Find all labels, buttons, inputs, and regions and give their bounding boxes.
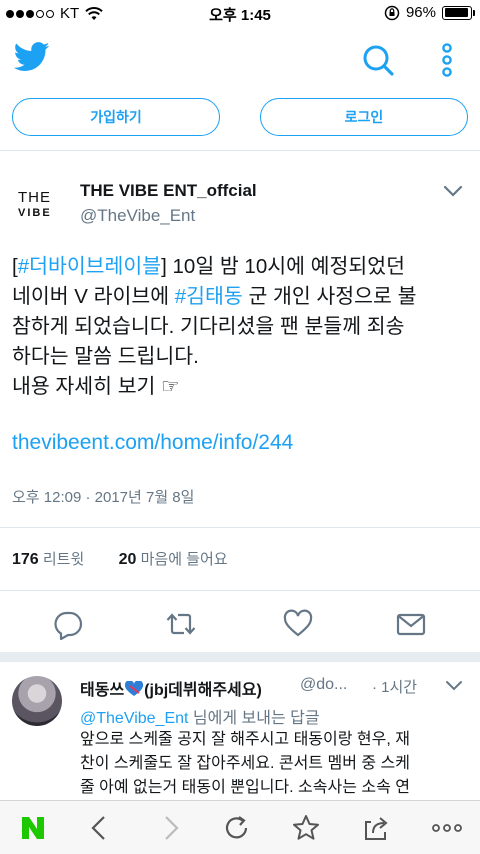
twitter-bird-icon[interactable]	[14, 42, 50, 72]
replying-to: @TheVibe_Ent 님에게 보내는 답글	[80, 710, 320, 727]
reply-author-handle[interactable]: @do...	[300, 676, 347, 694]
naver-n-icon[interactable]	[18, 813, 48, 843]
more-vertical-icon[interactable]	[436, 42, 458, 78]
tweet-timestamp: 오후 12:09 · 2017년 7월 8일	[12, 489, 195, 506]
app-header	[0, 30, 480, 92]
chevron-down-icon[interactable]	[445, 679, 463, 692]
status-bar: KT 오후 1:45 96%	[0, 0, 480, 28]
reply-author-name[interactable]: 태동쓰 (jbj데뷔해주세요)	[80, 676, 262, 700]
reply-body: 앞으로 스케줄 공지 잘 해주시고 태동이랑 현우, 재 찬이 스케줄도 잘 잡…	[80, 731, 410, 796]
reply-timestamp: · 1시간	[372, 679, 418, 696]
header-divider	[0, 150, 480, 151]
like-count[interactable]: 20 마음에 들어요	[119, 551, 228, 568]
hashtag-link[interactable]: #더바이브레이블	[18, 255, 161, 278]
like-heart-icon[interactable]	[282, 608, 314, 640]
heart-emoji-icon	[125, 680, 144, 696]
chevron-down-icon[interactable]	[443, 184, 463, 198]
divider	[0, 527, 480, 528]
hashtag-link[interactable]: #김태동	[175, 285, 243, 308]
reload-icon[interactable]	[222, 813, 252, 843]
tweet-url-link[interactable]: thevibeent.com/home/info/244	[12, 431, 293, 455]
signup-button[interactable]: 가입하기	[12, 98, 220, 136]
battery-icon	[442, 5, 475, 20]
direct-message-icon[interactable]	[395, 608, 427, 640]
tweet-actions	[0, 604, 480, 644]
tweet-stats: 176 리트윗 20 마음에 들어요	[12, 548, 228, 569]
tweet-author-name[interactable]: THE VIBE ENT_offcial	[80, 181, 257, 201]
tweet-author-avatar[interactable]: THE VIBE	[18, 190, 60, 228]
retweet-icon[interactable]	[165, 608, 197, 640]
reply-icon[interactable]	[52, 608, 84, 640]
divider	[0, 590, 480, 591]
browser-toolbar	[0, 800, 480, 854]
bookmark-star-icon[interactable]	[291, 813, 321, 843]
share-icon[interactable]	[361, 813, 391, 843]
tweet-body: [#더바이브레이블] 10일 밤 10시에 예정되었던 네이버 V 라이브에 #…	[12, 255, 417, 398]
more-horizontal-icon[interactable]	[430, 813, 464, 843]
login-button[interactable]: 로그인	[260, 98, 468, 136]
tweet-author-handle[interactable]: @TheVibe_Ent	[80, 206, 195, 226]
reply-author-avatar[interactable]	[12, 676, 62, 726]
rotation-lock-icon	[384, 5, 400, 20]
status-right: 96%	[384, 4, 475, 21]
section-divider	[0, 652, 480, 662]
back-icon[interactable]	[85, 813, 115, 843]
forward-icon[interactable]	[155, 813, 185, 843]
search-icon[interactable]	[358, 40, 398, 80]
reply-to-handle-link[interactable]: @TheVibe_Ent	[80, 710, 188, 727]
battery-percent: 96%	[405, 4, 436, 21]
retweet-count[interactable]: 176 리트윗	[12, 551, 84, 568]
